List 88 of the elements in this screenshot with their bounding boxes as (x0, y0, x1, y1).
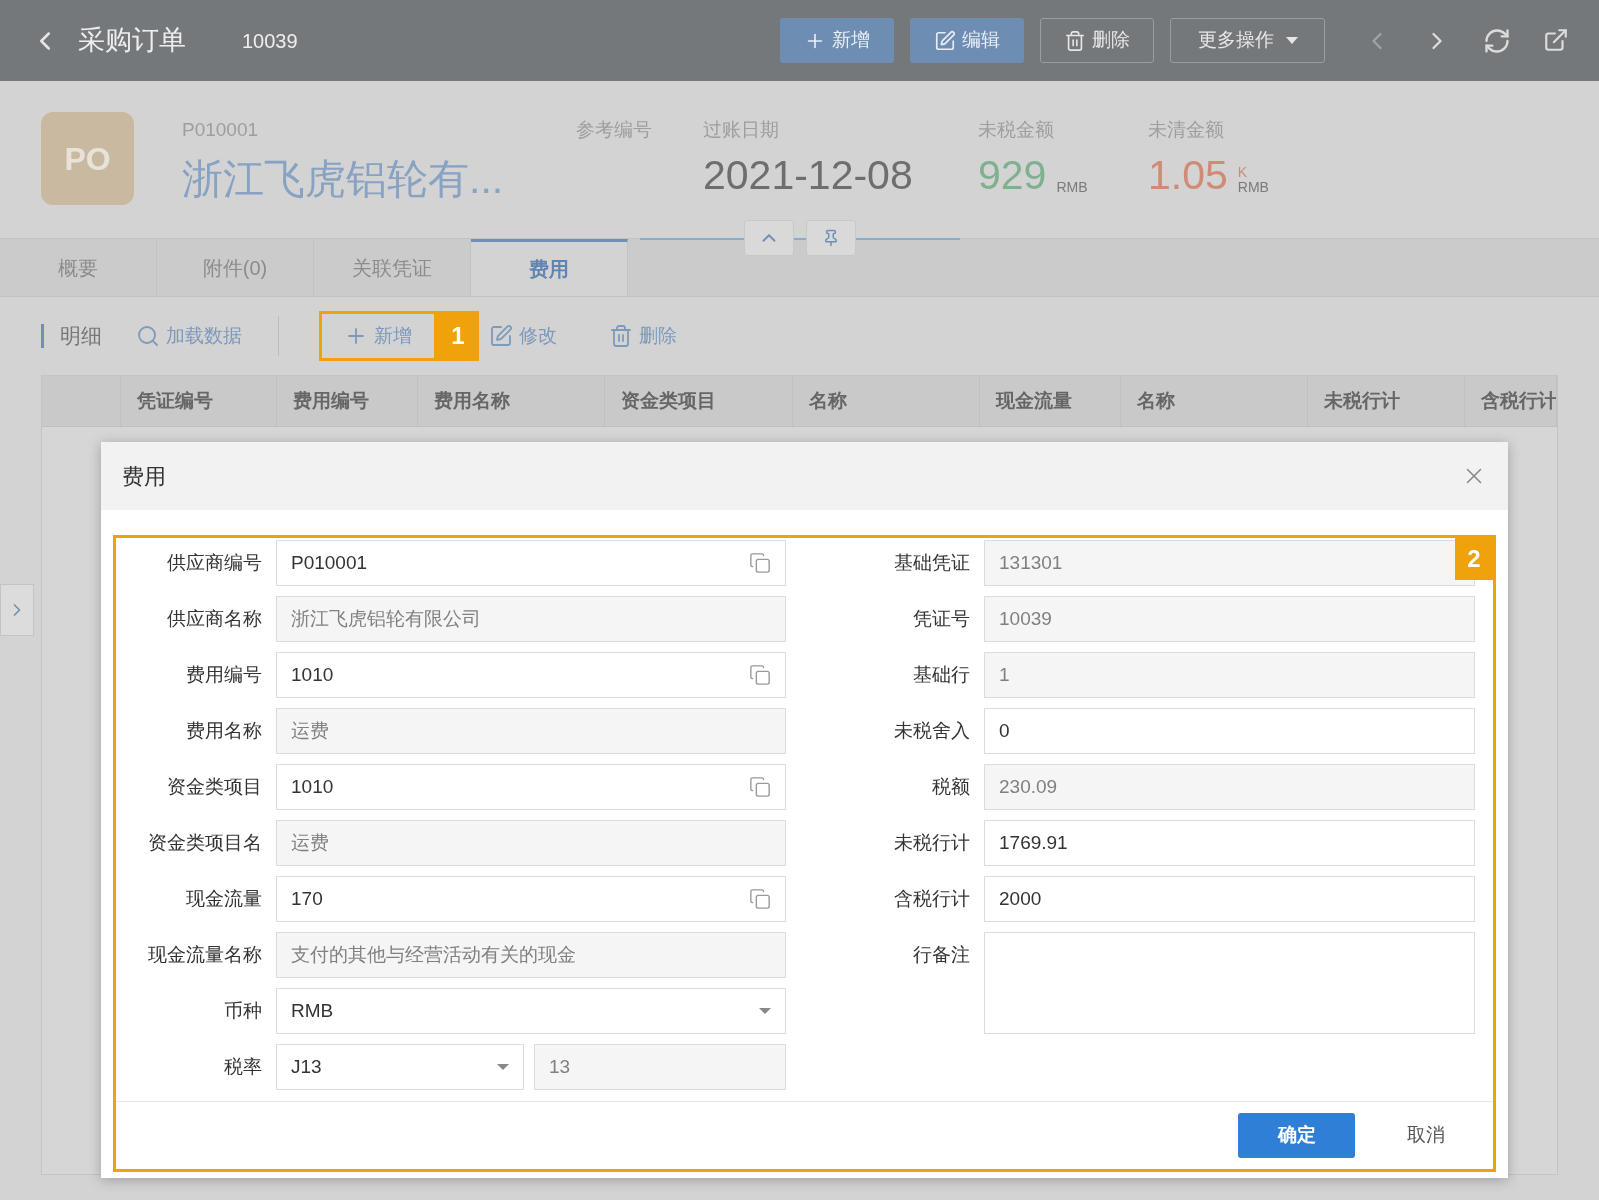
copy-icon[interactable] (749, 552, 771, 574)
cancel-button[interactable]: 取消 (1407, 1121, 1445, 1150)
field-label: 现金流量 (185, 887, 262, 911)
field-label: 行备注 (912, 943, 970, 967)
column-header: 未税行计 (1308, 376, 1465, 426)
readonly-field: 运费 (276, 820, 786, 866)
column-header: 资金类项目 (605, 376, 793, 426)
field-label: 基础行 (912, 663, 970, 687)
copy-icon[interactable] (749, 888, 771, 910)
lookup-field[interactable]: 1010 (276, 764, 786, 810)
lookup-field[interactable]: 1010 (276, 652, 786, 698)
pin-icon (822, 229, 840, 247)
field-label: 基础凭证 (893, 551, 970, 575)
caret-icon (497, 1064, 509, 1070)
field-label: 资金类项目 (166, 775, 262, 799)
column-header: 名称 (1121, 376, 1308, 426)
trash-icon (609, 324, 633, 348)
supplier-name: 浙江飞虎铝轮有... (182, 154, 505, 204)
unit-label: RMB (1237, 179, 1269, 195)
page-title: 采购订单 (78, 24, 186, 58)
header-button[interactable]: 编辑 (910, 18, 1024, 63)
field-label: 未税行计 (893, 831, 970, 855)
header-button[interactable]: 新增 (780, 18, 894, 63)
tab[interactable]: 附件(0) (157, 239, 314, 296)
toolbar-button[interactable]: 修改 (483, 316, 563, 356)
document-number: 10039 (242, 28, 298, 54)
field-label: 费用名称 (185, 719, 262, 743)
dialog-title: 费用 (122, 462, 166, 491)
field-label: 未税舍入 (893, 719, 970, 743)
column-header: 凭证编号 (121, 376, 277, 426)
readonly-field: 230.09 (984, 764, 1475, 810)
caret-icon (759, 1008, 771, 1014)
toolbar-button[interactable]: 删除 (603, 316, 683, 356)
readonly-field[interactable]: 13 (534, 1044, 786, 1090)
tab[interactable]: 概要 (0, 239, 157, 296)
header-button[interactable]: 更多操作 (1170, 18, 1325, 63)
edit-icon (934, 29, 956, 52)
unit-label: RMB (1056, 179, 1088, 195)
textarea-field[interactable] (984, 932, 1475, 1034)
caret-icon (1285, 37, 1298, 44)
select-field[interactable]: RMB (276, 988, 786, 1034)
tab[interactable]: 费用 (471, 239, 628, 296)
column-header: 费用编号 (277, 376, 418, 426)
search-icon (136, 324, 160, 348)
readonly-field: 1 (984, 652, 1475, 698)
confirm-button[interactable]: 确定 (1238, 1113, 1355, 1158)
field-label: 现金流量名称 (147, 943, 262, 967)
field-label: 凭证号 (912, 607, 970, 631)
input-field[interactable]: 2000 (984, 876, 1475, 922)
copy-icon[interactable] (749, 664, 771, 686)
field-label: 币种 (223, 999, 262, 1023)
toolbar-button[interactable]: 新增 (338, 316, 418, 356)
field-label: 费用编号 (185, 663, 262, 687)
field-label: 含税行计 (893, 887, 970, 911)
column-header: 现金流量 (980, 376, 1121, 426)
share-icon[interactable] (1543, 26, 1569, 53)
refresh-icon[interactable] (1483, 26, 1511, 55)
field-label: 税率 (223, 1055, 262, 1079)
callout-number: 1 (437, 311, 479, 361)
field-label: 税额 (931, 775, 970, 799)
summary-value: 929 (978, 150, 1047, 200)
field-label: 供应商编号 (166, 551, 262, 575)
readonly-field: 支付的其他与经营活动有关的现金 (276, 932, 786, 978)
input-field[interactable]: 0 (984, 708, 1475, 754)
field-label: 资金类项目名 (147, 831, 262, 855)
readonly-field: 运费 (276, 708, 786, 754)
edit-icon (489, 324, 513, 348)
column-header: 含税行计 (1465, 376, 1557, 426)
callout-number: 2 (1455, 538, 1493, 580)
readonly-field: 10039 (984, 596, 1475, 642)
section-title: 明细 (60, 323, 102, 350)
column-header: 名称 (793, 376, 980, 426)
toolbar-button[interactable]: 加载数据 (130, 316, 248, 356)
select-field[interactable]: J13 (276, 1044, 524, 1090)
scale-label: K (1237, 164, 1249, 180)
copy-icon[interactable] (749, 776, 771, 798)
section-marker (41, 324, 44, 348)
lookup-field[interactable]: P010001 (276, 540, 786, 586)
summary-value: 2021-12-08 (703, 150, 913, 200)
lookup-field[interactable]: 170 (276, 876, 786, 922)
header-button[interactable]: 删除 (1040, 18, 1154, 63)
column-header: 费用名称 (418, 376, 605, 426)
input-field[interactable]: 1769.91 (984, 820, 1475, 866)
trash-icon (1064, 29, 1086, 52)
field-label: 供应商名称 (166, 607, 262, 631)
summary-value: 1.05 (1148, 150, 1228, 200)
pin-button[interactable] (806, 220, 856, 256)
readonly-field: 浙江飞虎铝轮有限公司 (276, 596, 786, 642)
